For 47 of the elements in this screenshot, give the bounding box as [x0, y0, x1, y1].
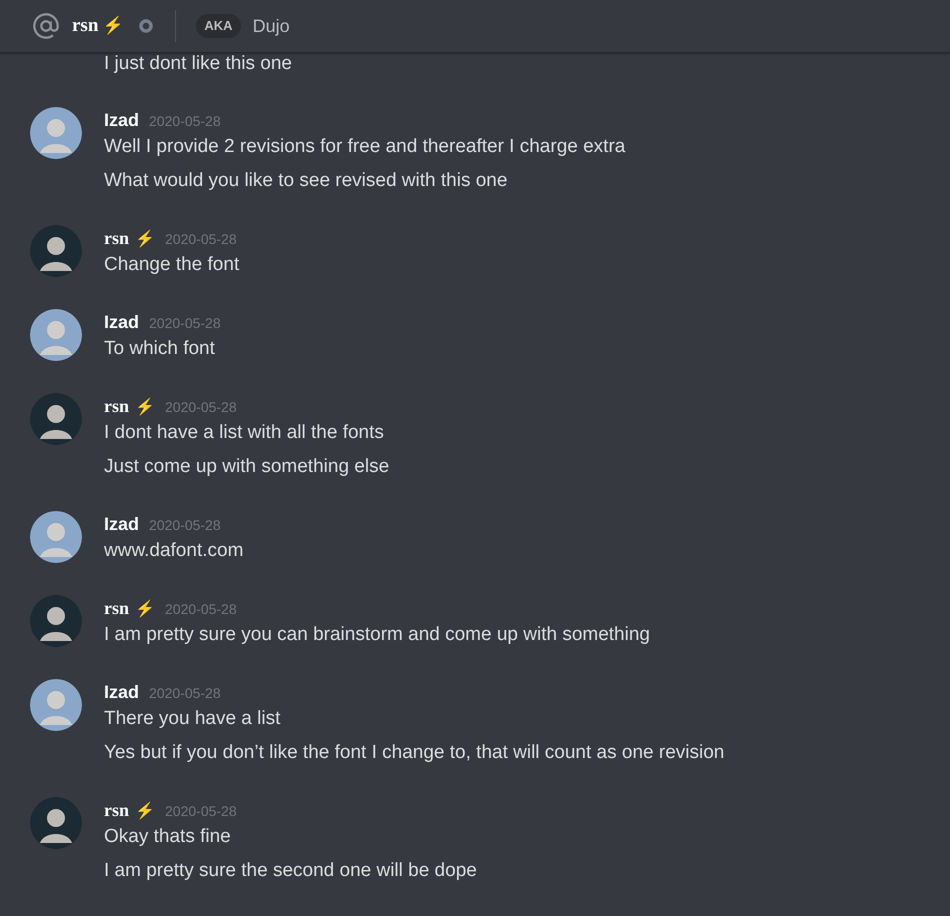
message-text: I just dont like this one: [104, 53, 293, 75]
author-name[interactable]: rsn: [104, 595, 130, 622]
message-text: www.dafont.com: [104, 539, 244, 563]
message-text: Just come up with something else: [104, 455, 390, 479]
timestamp: 2020-05-28: [165, 600, 237, 619]
timestamp: 2020-05-28: [149, 516, 221, 535]
message-text: Well I provide 2 revisions for free and thereafter I charge extra: [104, 135, 626, 159]
lightning-emoji: ⚡: [135, 598, 156, 620]
aka-badge: AKA: [196, 14, 241, 38]
timestamp: 2020-05-28: [165, 398, 237, 417]
message-text: I am pretty sure you can brainstorm and come up with something: [104, 623, 650, 647]
lightning-emoji: ⚡: [135, 228, 156, 250]
author-name[interactable]: rsn: [104, 393, 130, 420]
avatar-icon[interactable]: [30, 309, 82, 361]
timestamp: 2020-05-28: [165, 802, 237, 821]
status-icon: [139, 19, 154, 33]
channel-name: rsn: [72, 14, 98, 38]
message-text: To which font: [104, 337, 216, 361]
author-name[interactable]: Izad: [104, 107, 140, 134]
timestamp: 2020-05-28: [149, 314, 221, 333]
message-text: Yes but if you don’t like the font I change to, that will count as one revision: [104, 741, 724, 765]
at-sign-icon: [32, 12, 60, 40]
avatar-icon[interactable]: [30, 393, 82, 445]
avatar-icon[interactable]: [30, 225, 82, 277]
lightning-emoji: ⚡: [102, 14, 124, 38]
timestamp: 2020-05-28: [149, 112, 221, 131]
avatar-icon[interactable]: [30, 797, 82, 849]
author-name[interactable]: Izad: [104, 679, 140, 706]
nickname: Dujo: [252, 14, 290, 38]
avatar-icon[interactable]: [30, 107, 82, 159]
avatar-icon[interactable]: [30, 595, 82, 647]
author-name[interactable]: rsn: [104, 797, 130, 824]
author-name[interactable]: Izad: [104, 309, 140, 336]
lightning-emoji: ⚡: [135, 396, 156, 418]
timestamp: 2020-05-28: [149, 684, 221, 703]
timestamp: 2020-05-28: [165, 230, 237, 249]
author-name[interactable]: Izad: [104, 511, 140, 538]
message-text: I am pretty sure the second one will be dope: [104, 859, 477, 883]
lightning-emoji: ⚡: [135, 800, 156, 822]
message-text: There you have a list: [104, 707, 282, 731]
avatar-icon[interactable]: [30, 511, 82, 563]
message-text: Okay thats fine: [104, 825, 232, 849]
avatar-icon[interactable]: [30, 679, 82, 731]
message-text: I dont have a list with all the fonts: [104, 421, 385, 445]
author-name[interactable]: rsn: [104, 225, 130, 252]
message-text: Change the font: [104, 253, 240, 277]
message-text: What would you like to see revised with this one: [104, 169, 508, 193]
